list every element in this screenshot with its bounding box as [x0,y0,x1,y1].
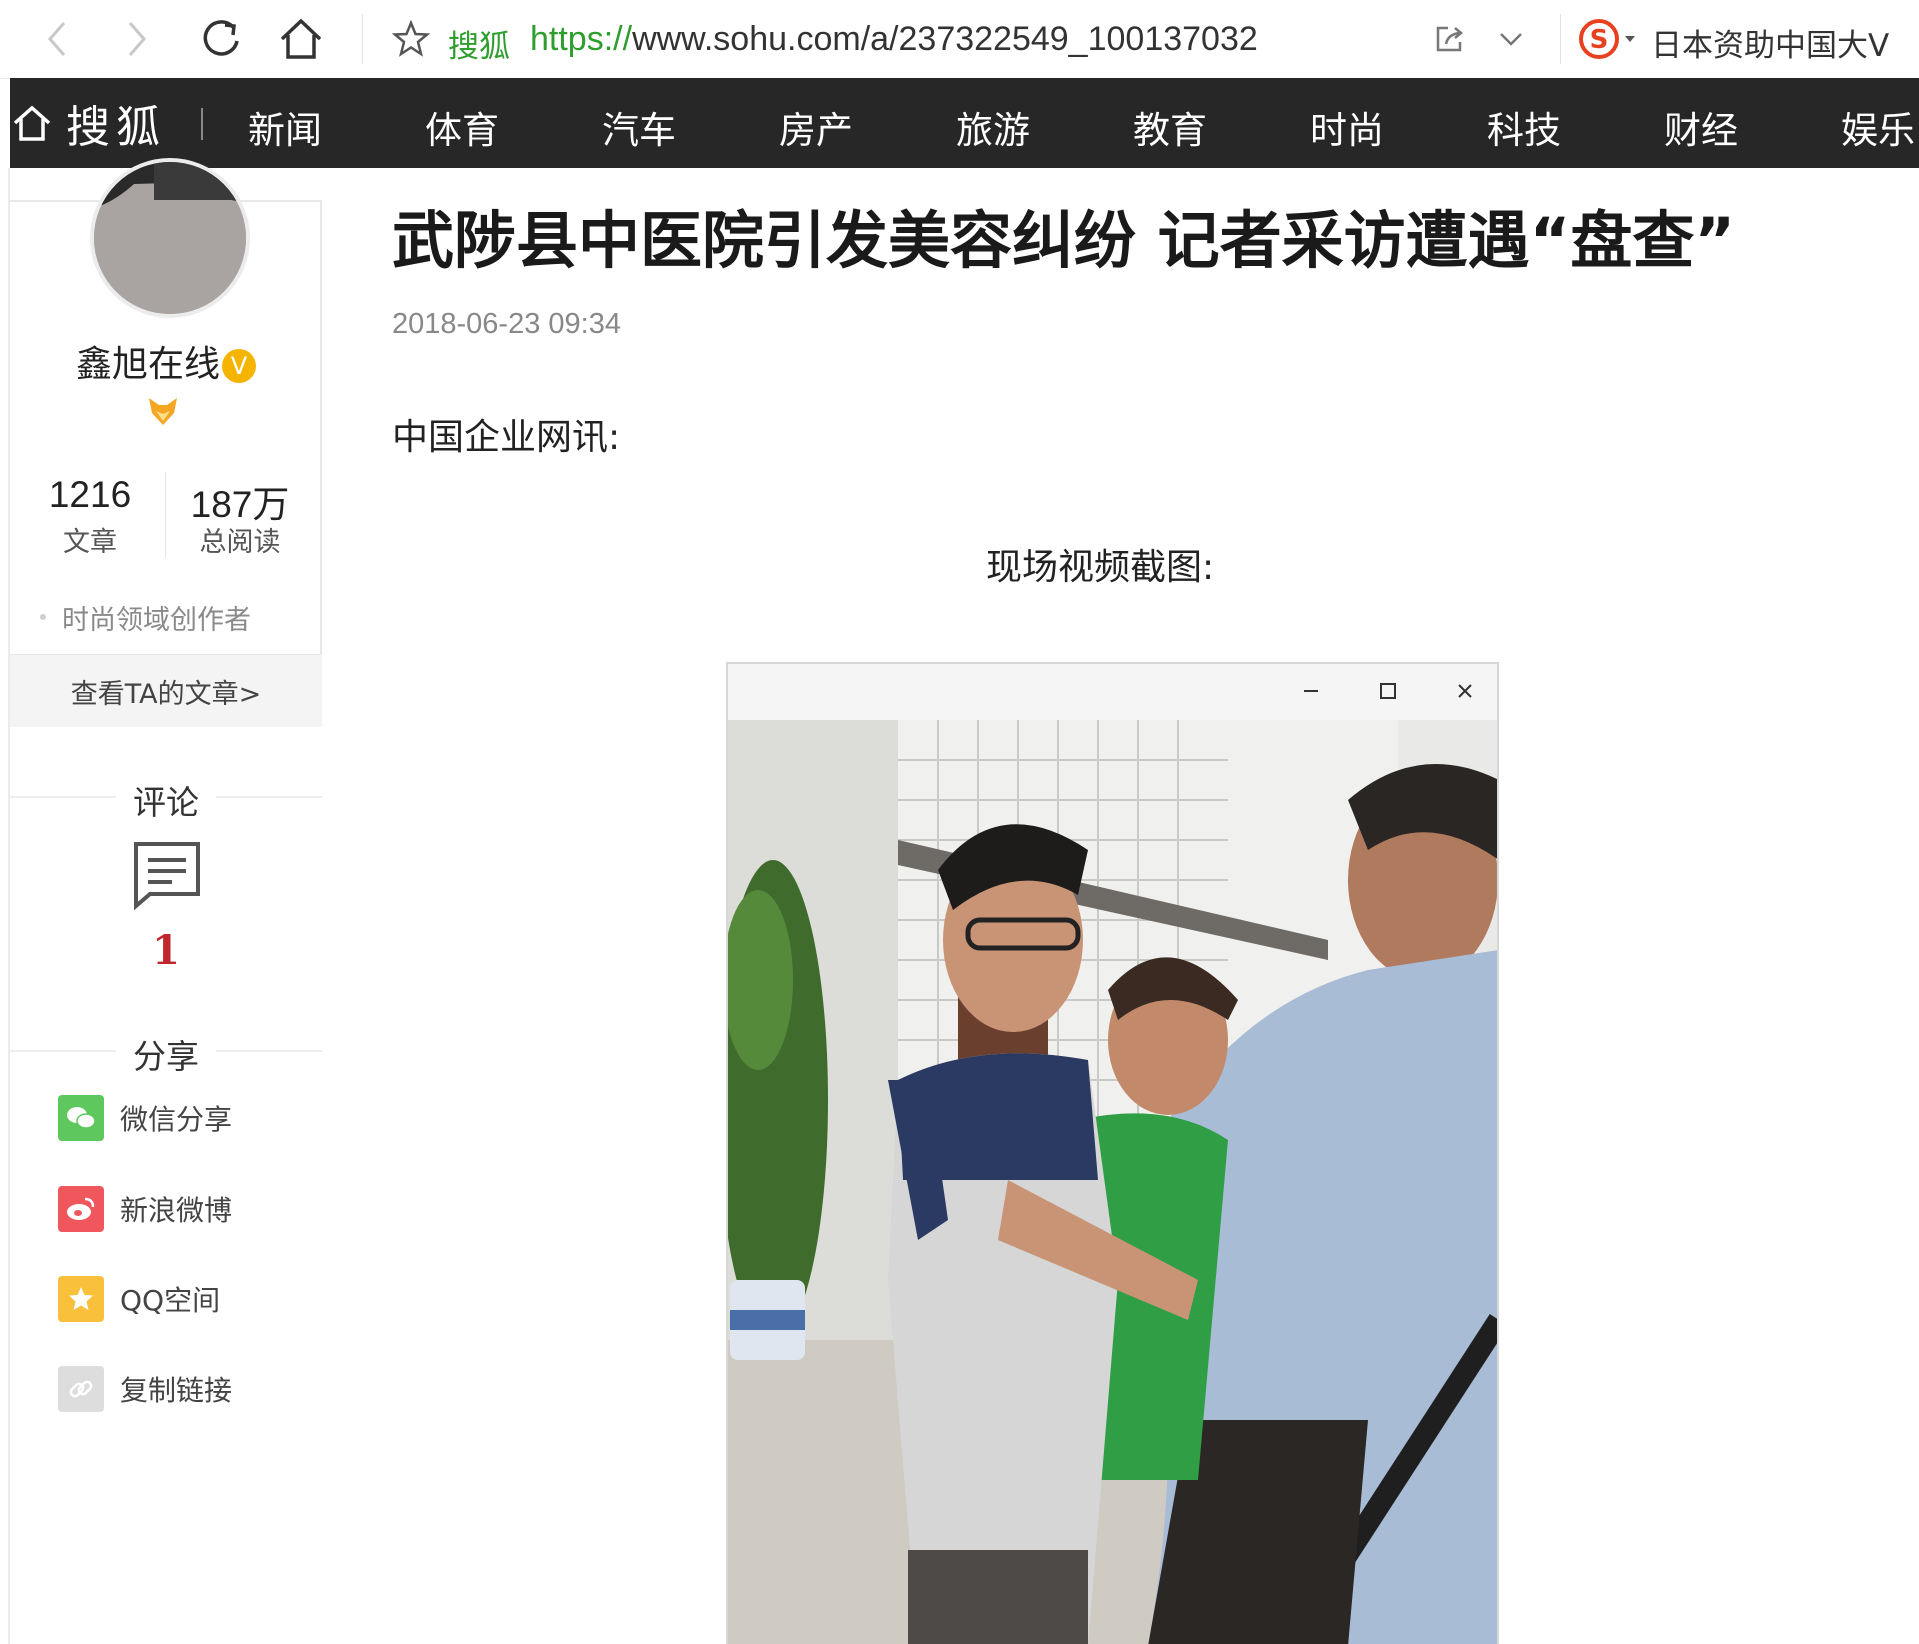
site-label: 搜狐 [448,29,510,65]
nav-item-house[interactable]: 房产 [779,100,853,154]
minimize-icon [1296,676,1326,706]
share-page-icon[interactable] [1434,24,1466,54]
site-navigation: 搜狐 新闻 体育 汽车 房产 旅游 教育 时尚 科技 财经 娱乐 [10,78,1919,168]
toolbar-divider [1560,14,1561,64]
url-path: www.sohu.com/a/237322549_100137032 [632,20,1258,58]
total-reads-label: 总阅读 [199,527,281,558]
url-text[interactable]: https://www.sohu.com/a/237322549_1001370… [530,20,1258,59]
nav-divider [201,108,203,140]
chevron-right-icon [128,22,146,56]
view-articles-button[interactable]: 查看TA的文章> [10,654,322,727]
chevron-left-icon [48,22,66,56]
article-date: 2018-06-23 09:34 [392,308,621,340]
wechat-icon [58,1095,104,1141]
bookmark-star-icon[interactable] [392,20,430,58]
author-field: 时尚领域创作者 [62,605,251,636]
maximize-icon [1373,676,1403,706]
window-titlebar [728,664,1497,720]
author-name-row[interactable]: 鑫旭在线 V [0,335,332,387]
chevron-down-icon[interactable] [1498,30,1524,48]
home-icon [280,18,322,59]
article-title: 武陟县中医院引发美容纠纷 记者采访遭遇“盘查” [392,204,1736,277]
article-source-line: 中国企业网讯: [392,417,621,458]
fox-badge-icon [146,395,180,435]
toolbar-divider [362,14,363,64]
refresh-icon [203,20,239,56]
svg-text:S: S [1590,25,1609,55]
share-weibo-label: 新浪微博 [120,1194,233,1227]
video-caption: 现场视频截图: [986,547,1215,588]
article-count: 1216 [48,474,132,515]
back-button[interactable] [30,12,84,66]
link-icon [58,1366,104,1412]
avatar-image [94,162,246,314]
bullet-dot [40,614,46,620]
share-weibo-button[interactable]: 新浪微博 [58,1186,232,1232]
stats-divider [165,472,166,558]
copy-link-button[interactable]: 复制链接 [58,1366,232,1412]
comment-icon[interactable] [132,840,202,910]
qzone-star-icon [58,1276,104,1322]
url-scheme: https:// [530,20,633,58]
nav-item-sports[interactable]: 体育 [425,100,499,154]
video-screenshot[interactable] [726,662,1499,1644]
nav-item-news[interactable]: 新闻 [248,100,322,154]
nav-item-finance[interactable]: 财经 [1664,100,1738,154]
home-icon [13,105,51,141]
refresh-button[interactable] [194,12,248,66]
video-still-image [728,720,1497,1644]
article-count-label: 文章 [63,527,117,558]
nav-item-entertainment[interactable]: 娱乐 [1841,100,1915,154]
address-bar[interactable]: 搜狐 https://www.sohu.com/a/237322549_1001… [380,12,1535,66]
nav-item-fashion[interactable]: 时尚 [1310,100,1384,154]
weibo-icon [58,1186,104,1232]
browser-toolbar: 搜狐 https://www.sohu.com/a/237322549_1001… [0,0,1919,79]
share-wechat-button[interactable]: 微信分享 [58,1095,232,1141]
comment-count[interactable]: 1 [0,927,332,974]
share-qzone-label: QQ空间 [120,1284,221,1317]
home-button[interactable] [274,12,328,66]
nav-item-travel[interactable]: 旅游 [956,100,1030,154]
share-title: 分享 [133,1037,199,1076]
nav-item-auto[interactable]: 汽车 [602,100,676,154]
avatar[interactable] [90,158,250,318]
comments-title: 评论 [133,783,199,822]
nav-item-education[interactable]: 教育 [1133,100,1207,154]
sogou-search-icon[interactable]: S [1579,18,1639,60]
sohu-logo[interactable]: 搜狐 [10,78,166,168]
share-wechat-label: 微信分享 [120,1103,233,1136]
forward-button[interactable] [110,12,164,66]
verified-badge-icon: V [222,349,256,383]
share-qzone-button[interactable]: QQ空间 [58,1276,220,1322]
search-query-text[interactable]: 日本资助中国大V [1651,20,1889,65]
author-name[interactable]: 鑫旭在线 [76,344,220,385]
nav-item-tech[interactable]: 科技 [1487,100,1561,154]
close-icon [1450,676,1480,706]
copy-link-label: 复制链接 [120,1374,233,1407]
search-engine-box[interactable]: S 日本资助中国大V [1575,12,1915,66]
logo-text: 搜狐 [66,102,166,153]
